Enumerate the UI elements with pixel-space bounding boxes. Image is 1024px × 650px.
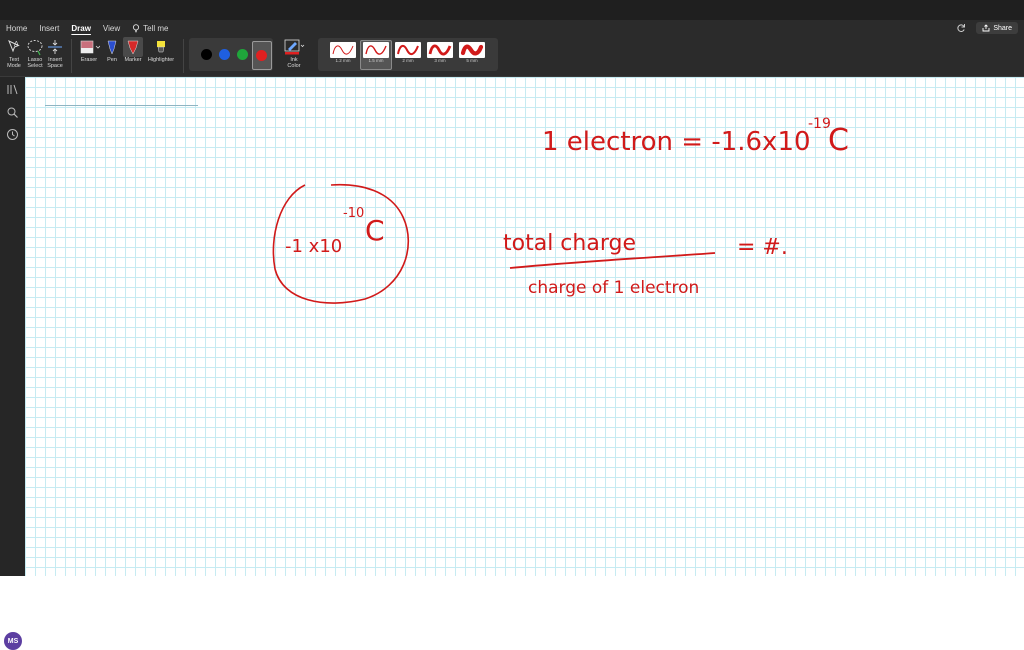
ink-electron-charge: 1 electron = -1.6x10 <box>542 127 811 157</box>
tab-home[interactable]: Home <box>6 24 27 33</box>
ribbon: Home Insert Draw View Tell me Share A Te… <box>0 20 1024 77</box>
svg-text:A: A <box>14 41 19 48</box>
ratio-expression: total charge charge of 1 electron = #. <box>503 231 788 298</box>
color-swatch-green[interactable] <box>237 49 248 60</box>
tell-me-label: Tell me <box>143 23 169 33</box>
marker-button[interactable]: Marker <box>123 37 143 63</box>
tell-me-search[interactable]: Tell me <box>132 24 168 33</box>
stroke-width-3mm[interactable]: 3 mm <box>425 40 455 68</box>
ink-circled-base: -1 x10 <box>285 236 342 257</box>
stroke-width-label: 1.2 mm <box>335 58 351 63</box>
ink-denominator: charge of 1 electron <box>528 278 699 298</box>
insert-space-button[interactable]: Insert Space <box>46 37 64 69</box>
stroke-width-2mm[interactable]: 2 mm <box>393 40 423 68</box>
marker-icon <box>127 40 139 55</box>
toolbar-separator <box>183 39 184 73</box>
eraser-button[interactable]: Eraser <box>77 37 101 63</box>
insert-space-label-line2: Space <box>47 63 63 69</box>
notebooks-icon[interactable] <box>6 83 19 96</box>
search-icon[interactable] <box>6 106 19 119</box>
toolbar-separator <box>71 39 72 73</box>
lasso-select-button[interactable]: Lasso Select <box>25 37 45 69</box>
recent-clock-icon[interactable] <box>6 128 19 141</box>
draw-toolbar: A Text Mode Lasso Select Insert Space Er… <box>0 37 1024 75</box>
top-right-actions: Share <box>956 22 1018 34</box>
title-bar <box>0 0 1024 20</box>
pen-label: Pen <box>107 57 117 63</box>
highlighter-label: Highlighter <box>147 57 175 63</box>
text-mode-label-line2: Mode <box>7 63 21 69</box>
stroke-width-5mm[interactable]: 5 mm <box>457 40 487 68</box>
ink-numerator: total charge <box>503 231 636 256</box>
user-avatar[interactable]: MS <box>4 632 22 650</box>
stroke-width-label: 1.5 mm <box>368 58 384 63</box>
color-swatch-red-selected[interactable] <box>252 41 272 70</box>
stroke-width-1-2mm[interactable]: 1.2 mm <box>328 40 358 68</box>
stroke-width-label: 5 mm <box>466 58 478 63</box>
lightbulb-icon <box>133 23 140 32</box>
share-icon <box>982 24 990 32</box>
pen-icon <box>107 40 117 55</box>
ink-layer: 1 electron = -1.6x10 -19 C -1 x10 -10 C … <box>272 116 849 304</box>
marker-label: Marker <box>124 57 142 63</box>
lasso-label-line2: Select <box>27 63 43 69</box>
tab-insert[interactable]: Insert <box>39 24 59 33</box>
text-mode-button[interactable]: A Text Mode <box>5 37 23 69</box>
tab-view[interactable]: View <box>103 24 120 33</box>
ink-circled-exponent: -10 <box>343 206 364 221</box>
stroke-preview-icon <box>428 44 452 56</box>
stroke-width-1-5mm[interactable]: 1.5 mm <box>360 40 392 70</box>
left-sidebar: MS <box>0 77 25 650</box>
stroke-width-gallery: 1.2 mm 1.5 mm 2 mm 3 mm 5 mm <box>318 38 498 71</box>
ink-circled-unit: C <box>365 214 385 247</box>
color-swatch-blue[interactable] <box>219 49 230 60</box>
stroke-width-label: 3 mm <box>434 58 446 63</box>
eraser-label: Eraser <box>80 57 98 63</box>
stroke-width-label: 2 mm <box>402 58 414 63</box>
sync-icon[interactable] <box>956 23 966 33</box>
insert-space-icon <box>48 40 62 54</box>
text-cursor-icon: A <box>8 40 20 53</box>
stroke-preview-icon <box>397 44 419 56</box>
tab-draw[interactable]: Draw <box>71 24 91 33</box>
stroke-preview-icon <box>365 45 387 55</box>
pen-button[interactable]: Pen <box>104 37 120 63</box>
highlighter-button[interactable]: Highlighter <box>146 37 176 63</box>
lasso-icon <box>27 40 43 56</box>
ink-electron-unit: C <box>828 123 849 158</box>
highlighter-icon <box>157 41 165 53</box>
ink-result: = #. <box>737 235 788 260</box>
share-button[interactable]: Share <box>976 22 1018 34</box>
share-label: Share <box>993 24 1012 32</box>
ribbon-tabs: Home Insert Draw View Tell me <box>0 20 174 36</box>
note-canvas[interactable]: 1 electron = -1.6x10 -19 C -1 x10 -10 C … <box>25 77 1024 576</box>
stroke-preview-icon <box>332 45 354 55</box>
ink-color-button[interactable]: Ink Color <box>281 37 307 69</box>
color-swatches <box>189 38 273 71</box>
ink-color-label-line2: Color <box>287 63 301 69</box>
circled-total-charge: -1 x10 -10 C <box>272 183 410 304</box>
eraser-icon <box>80 40 100 54</box>
electron-charge-equation: 1 electron = -1.6x10 -19 C <box>542 116 849 158</box>
color-swatch-red <box>256 50 267 61</box>
ink-color-icon <box>284 39 305 55</box>
stroke-preview-icon <box>460 44 484 56</box>
color-swatch-black[interactable] <box>201 49 212 60</box>
